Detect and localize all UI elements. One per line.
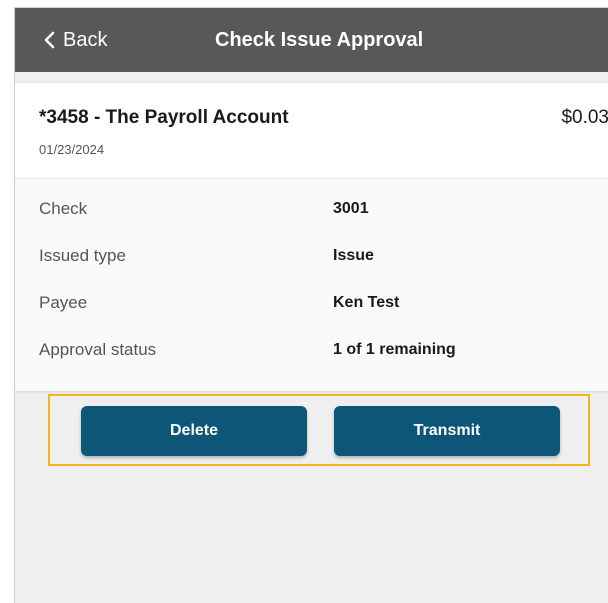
check-card: *3458 - The Payroll Account $0.03 01/23/… bbox=[15, 83, 608, 391]
detail-value: 1 of 1 remaining bbox=[333, 341, 456, 358]
account-name: *3458 - The Payroll Account bbox=[39, 107, 289, 128]
detail-row-check: Check 3001 bbox=[15, 189, 608, 229]
detail-row-payee: Payee Ken Test bbox=[15, 283, 608, 323]
detail-label: Approval status bbox=[39, 340, 157, 359]
action-highlight: Delete Transmit bbox=[48, 394, 590, 466]
detail-row-approval-status: Approval status 1 of 1 remaining bbox=[15, 330, 608, 370]
app-screen: Back Check Issue Approval *3458 - The Pa… bbox=[14, 7, 608, 603]
detail-value: Ken Test bbox=[333, 294, 400, 311]
transmit-button[interactable]: Transmit bbox=[334, 406, 560, 456]
details-list: Check 3001 Issued type Issue Payee Ken T… bbox=[15, 179, 608, 391]
detail-value: Issue bbox=[333, 247, 374, 264]
detail-row-issued-type: Issued type Issue bbox=[15, 236, 608, 276]
back-label: Back bbox=[63, 28, 108, 51]
top-bar: Back Check Issue Approval bbox=[15, 8, 608, 72]
page-title: Check Issue Approval bbox=[215, 29, 424, 51]
detail-label: Check bbox=[39, 199, 88, 218]
delete-button[interactable]: Delete bbox=[81, 406, 307, 456]
detail-value: 3001 bbox=[333, 200, 369, 217]
chevron-left-icon bbox=[43, 31, 55, 49]
check-date: 01/23/2024 bbox=[39, 142, 105, 157]
detail-label: Payee bbox=[39, 293, 88, 312]
check-amount: $0.03 bbox=[561, 107, 608, 128]
detail-label: Issued type bbox=[39, 246, 126, 265]
back-button[interactable]: Back bbox=[43, 8, 107, 72]
